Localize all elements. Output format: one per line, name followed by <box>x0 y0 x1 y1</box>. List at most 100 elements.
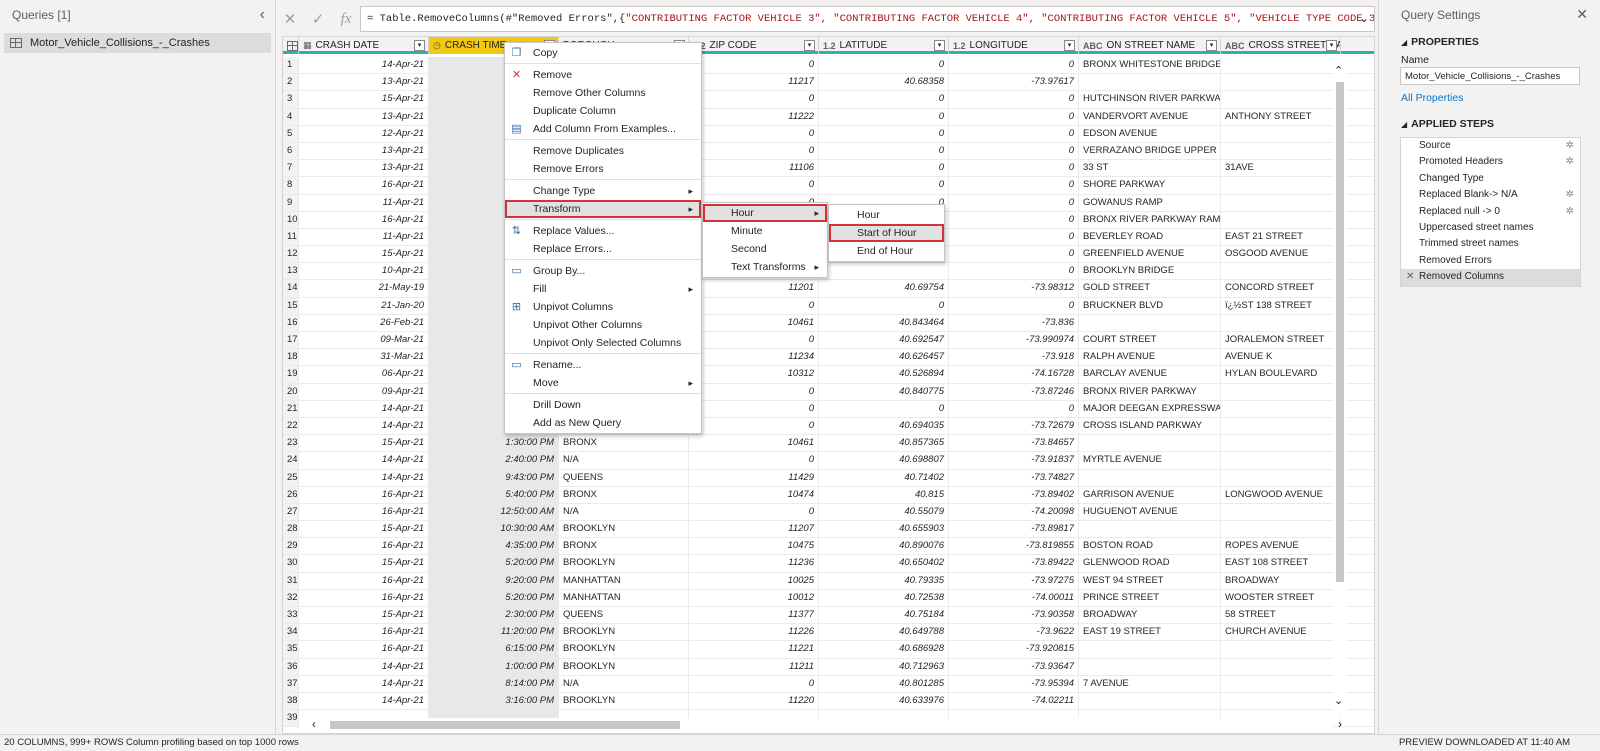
table-cell[interactable]: ROPES AVENUE <box>1221 538 1341 555</box>
table-row[interactable]: 33 15-Apr-21 2:30:00 PM QUEENS 11377 40.75184… <box>283 607 1374 625</box>
query-item[interactable]: Motor_Vehicle_Collisions_-_Crashes <box>4 33 271 53</box>
table-cell[interactable]: HUTCHINSON RIVER PARKWAY <box>1079 91 1221 108</box>
table-cell[interactable]: 0 <box>949 142 1079 160</box>
table-cell[interactable]: 10012 <box>689 589 819 606</box>
table-cell[interactable]: VERRAZANO BRIDGE UPPER <box>1079 142 1221 160</box>
table-cell[interactable]: 10025 <box>689 572 819 589</box>
table-cell[interactable]: BROADWAY <box>1221 572 1341 589</box>
table-row[interactable]: 14 21-May-19 11201 40.69754 -73.98312 GOLD ST… <box>283 280 1374 298</box>
table-cell[interactable]: 40.857365 <box>819 435 949 452</box>
table-row[interactable]: 27 16-Apr-21 12:50:00 AM N/A 0 40.55079 -74.20… <box>283 503 1374 522</box>
table-cell[interactable]: GARRISON AVENUE <box>1079 486 1221 503</box>
table-cell[interactable]: 40.633976 <box>819 692 949 710</box>
collapse-chevron-icon[interactable]: ‹ <box>260 6 265 24</box>
table-cell[interactable] <box>1221 314 1341 331</box>
table-cell[interactable]: -73.87246 <box>949 383 1079 400</box>
table-cell[interactable]: -73.97275 <box>949 572 1079 589</box>
table-cell[interactable]: 5:40:00 PM <box>429 486 559 503</box>
table-cell[interactable]: BRUCKNER BLVD <box>1079 297 1221 314</box>
table-cell[interactable] <box>1079 641 1221 658</box>
table-cell[interactable]: JORALEMON STREET <box>1221 332 1341 349</box>
table-cell[interactable]: 40.526894 <box>819 366 949 383</box>
table-row[interactable]: 36 14-Apr-21 1:00:00 PM BROOKLYN 11211 40.712… <box>283 658 1374 676</box>
table-cell[interactable]: 9:20:00 PM <box>429 572 559 589</box>
table-row[interactable]: 31 16-Apr-21 9:20:00 PM MANHATTAN 10025 40.79… <box>283 572 1374 590</box>
table-row[interactable]: 6 13-Apr-21 0 0 0 VERRAZANO BRIDGE UPPER <box>283 142 1374 161</box>
table-cell[interactable]: 14-Apr-21 <box>299 469 429 486</box>
menu-item-end-of-hour[interactable]: End of Hour <box>829 242 944 260</box>
close-icon[interactable]: ✕ <box>1576 6 1588 23</box>
table-cell[interactable]: 16-Apr-21 <box>299 211 429 228</box>
table-cell[interactable]: OSGOOD AVENUE <box>1221 246 1341 263</box>
table-cell[interactable] <box>1221 125 1341 142</box>
scroll-down-icon[interactable]: ⌄ <box>1334 694 1343 707</box>
table-cell[interactable]: -73.836 <box>949 314 1079 331</box>
table-cell[interactable]: 33 ST <box>1079 160 1221 177</box>
table-cell[interactable]: 11:20:00 PM <box>429 624 559 641</box>
table-cell[interactable]: PRINCE STREET <box>1079 589 1221 606</box>
table-cell[interactable] <box>1221 211 1341 228</box>
table-cell[interactable]: -73.9622 <box>949 624 1079 641</box>
table-cell[interactable]: 40.72538 <box>819 589 949 606</box>
table-cell[interactable]: 16-Apr-21 <box>299 641 429 658</box>
vertical-scroll-thumb[interactable] <box>1336 82 1344 582</box>
menu-item-drill-down[interactable]: Drill Down <box>505 396 701 414</box>
gear-icon[interactable]: ✲ <box>1566 138 1574 154</box>
table-cell[interactable]: 0 <box>819 91 949 108</box>
table-row[interactable]: 29 16-Apr-21 4:35:00 PM BRONX 10475 40.890076… <box>283 538 1374 556</box>
menu-item-unpivot-columns[interactable]: ⊞ Unpivot Columns <box>505 298 701 316</box>
table-cell[interactable]: 11226 <box>689 624 819 641</box>
table-cell[interactable]: 0 <box>689 125 819 142</box>
table-cell[interactable]: 0 <box>689 142 819 160</box>
table-cell[interactable]: 0 <box>819 297 949 314</box>
menu-item-unpivot-only-selected-columns[interactable]: Unpivot Only Selected Columns <box>505 334 701 352</box>
table-cell[interactable]: N/A <box>559 503 689 521</box>
table-cell[interactable]: 58 STREET <box>1221 607 1341 624</box>
table-cell[interactable] <box>1221 263 1341 280</box>
table-cell[interactable]: 10312 <box>689 366 819 383</box>
table-cell[interactable]: 13-Apr-21 <box>299 142 429 160</box>
table-cell[interactable] <box>1221 417 1341 435</box>
table-cell[interactable]: -73.920815 <box>949 641 1079 658</box>
table-cell[interactable]: -73.89817 <box>949 521 1079 538</box>
table-cell[interactable]: 0 <box>819 108 949 125</box>
table-cell[interactable]: 14-Apr-21 <box>299 417 429 435</box>
table-cell[interactable]: 0 <box>949 194 1079 211</box>
table-row[interactable]: 17 09-Mar-21 0 40.692547 -73.990974 COURT STR… <box>283 332 1374 350</box>
table-cell[interactable]: 11222 <box>689 108 819 125</box>
table-cell[interactable] <box>1221 142 1341 160</box>
table-cell[interactable]: 14-Apr-21 <box>299 658 429 675</box>
table-cell[interactable]: BRONX RIVER PARKWAY <box>1079 383 1221 400</box>
table-cell[interactable]: MANHATTAN <box>559 589 689 606</box>
table-cell[interactable]: -73.990974 <box>949 332 1079 349</box>
table-cell[interactable]: -73.918 <box>949 349 1079 366</box>
table-cell[interactable]: 0 <box>689 383 819 400</box>
menu-item-rename[interactable]: ▭ Rename... <box>505 356 701 374</box>
date-type-icon[interactable]: ▦ <box>303 40 312 51</box>
table-cell[interactable]: 15-Apr-21 <box>299 91 429 108</box>
table-cell[interactable]: 11429 <box>689 469 819 486</box>
table-cell[interactable]: N/A <box>559 452 689 469</box>
table-cell[interactable] <box>1079 692 1221 710</box>
table-cell[interactable]: 06-Apr-21 <box>299 366 429 383</box>
table-cell[interactable]: 40.626457 <box>819 349 949 366</box>
table-cell[interactable] <box>1221 383 1341 400</box>
table-cell[interactable] <box>1079 74 1221 91</box>
table-cell[interactable]: 40.69754 <box>819 280 949 297</box>
table-cell[interactable]: 0 <box>689 297 819 314</box>
table-cell[interactable]: BRONX <box>559 486 689 503</box>
table-cell[interactable]: BROOKLYN <box>559 555 689 572</box>
table-cell[interactable]: 0 <box>689 57 819 74</box>
table-cell[interactable]: 40.649788 <box>819 624 949 641</box>
gear-icon[interactable]: ✲ <box>1566 187 1574 203</box>
table-cell[interactable]: CROSS ISLAND PARKWAY <box>1079 417 1221 435</box>
table-cell[interactable]: -73.89402 <box>949 486 1079 503</box>
commit-check-icon[interactable]: ✓ <box>304 10 332 28</box>
query-name-input[interactable] <box>1400 67 1580 85</box>
menu-item-remove-duplicates[interactable]: Remove Duplicates <box>505 142 701 160</box>
table-row[interactable]: 30 15-Apr-21 5:20:00 PM BROOKLYN 11236 40.650… <box>283 555 1374 573</box>
table-cell[interactable]: 11207 <box>689 521 819 538</box>
table-cell[interactable] <box>1221 692 1341 710</box>
table-cell[interactable]: 40.71402 <box>819 469 949 486</box>
table-cell[interactable]: 3:16:00 PM <box>429 692 559 710</box>
